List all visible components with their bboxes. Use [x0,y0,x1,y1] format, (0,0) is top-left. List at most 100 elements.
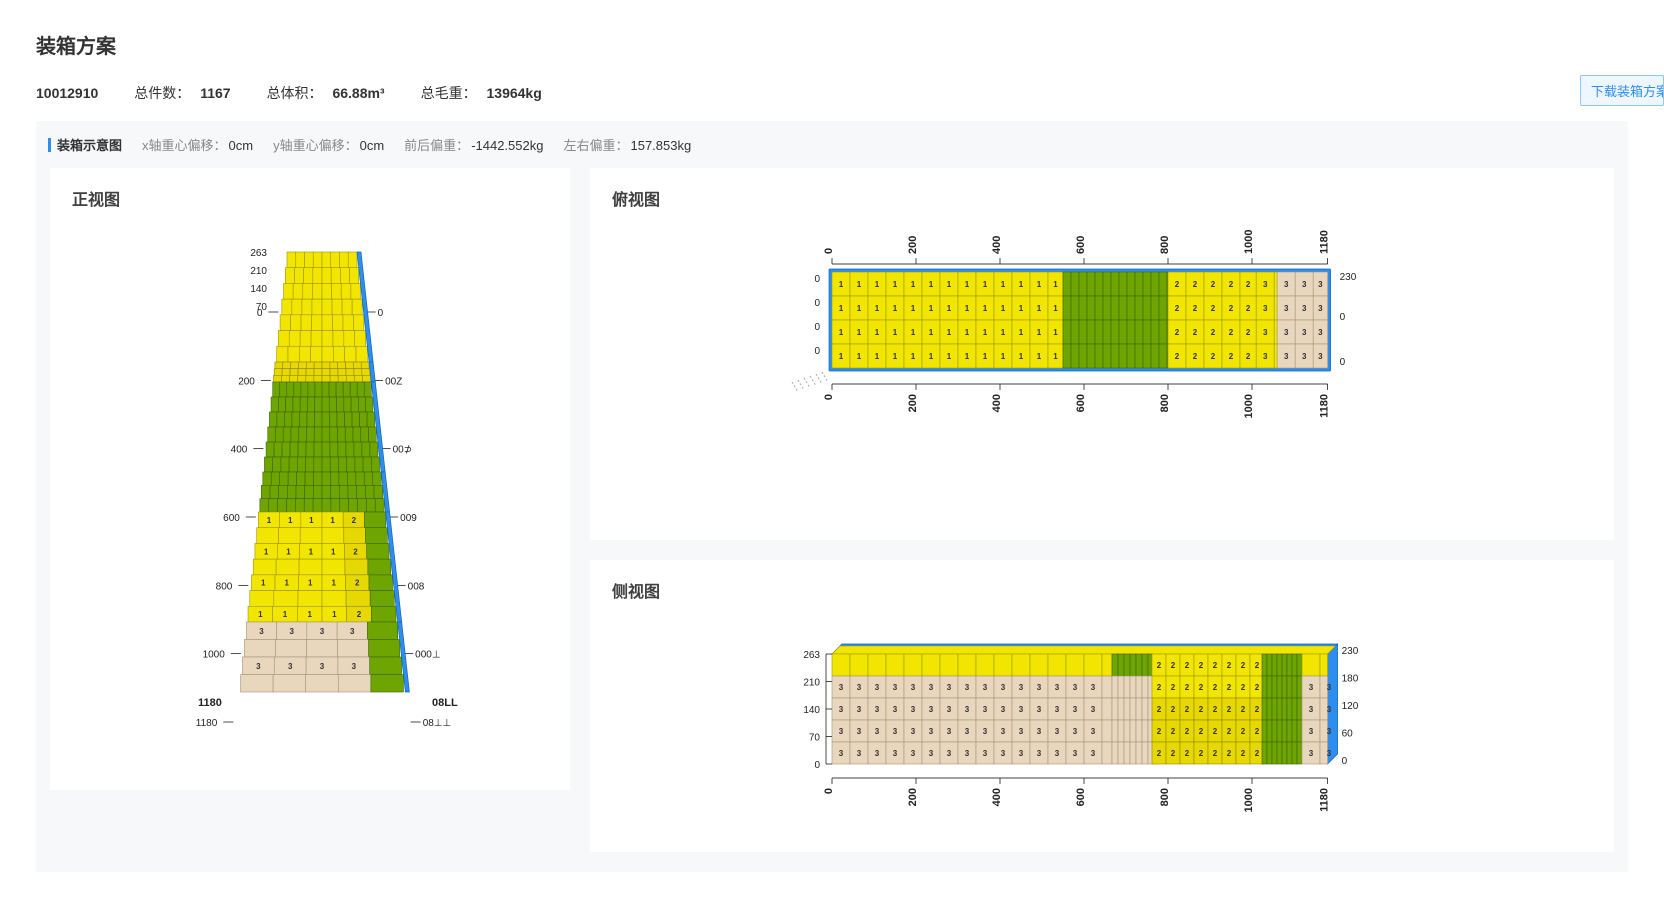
svg-text:1: 1 [875,328,880,337]
svg-text:3: 3 [1327,749,1332,758]
svg-text:1: 1 [929,304,934,313]
svg-text:3: 3 [1001,683,1006,692]
svg-text:1: 1 [1053,280,1058,289]
svg-text:3: 3 [1263,328,1268,337]
svg-text:600: 600 [1075,236,1087,254]
svg-text:1: 1 [983,328,988,337]
svg-text:3: 3 [1302,280,1307,289]
top-view-chart: 0200400600800100011801111111111111111111… [612,222,1592,532]
svg-text:2: 2 [1213,727,1218,736]
lr-weight-label: 左右偏重： [563,138,628,153]
svg-text:1: 1 [965,304,970,313]
svg-text:3: 3 [1091,705,1096,714]
svg-text:1: 1 [286,547,291,556]
svg-text:2: 2 [1157,661,1162,670]
svg-text:1: 1 [875,352,880,361]
svg-text:1: 1 [1019,328,1024,337]
svg-text:1: 1 [893,304,898,313]
svg-text:210: 210 [250,266,267,277]
svg-text:3: 3 [1327,705,1332,714]
svg-text:3: 3 [1263,352,1268,361]
svg-text:3: 3 [289,627,294,636]
svg-text:3: 3 [1001,749,1006,758]
svg-text:2: 2 [1229,304,1234,313]
svg-text:1000: 1000 [1243,230,1255,254]
svg-text:3: 3 [350,627,355,636]
svg-text:1: 1 [1053,328,1058,337]
svg-text:1: 1 [258,610,263,619]
svg-text:3: 3 [1073,705,1078,714]
svg-text:0: 0 [814,274,820,285]
svg-text:1: 1 [1001,328,1006,337]
front-view-title: 正视图 [72,186,548,210]
svg-text:2: 2 [1229,328,1234,337]
svg-text:800: 800 [216,581,233,592]
svg-text:2: 2 [1171,683,1176,692]
total-pieces-value: 1167 [200,85,230,101]
svg-text:3: 3 [839,683,844,692]
svg-text:600: 600 [1075,394,1087,412]
download-button[interactable]: 下载装箱方案 [1580,75,1664,106]
svg-text:3: 3 [893,705,898,714]
svg-text:1000: 1000 [1243,394,1255,418]
svg-text:3: 3 [320,627,325,636]
svg-text:3: 3 [857,705,862,714]
svg-text:2: 2 [1227,683,1232,692]
svg-text:3: 3 [947,705,952,714]
svg-text:1: 1 [965,280,970,289]
svg-text:3: 3 [1318,280,1323,289]
fb-weight-value: -1442.552kg [471,138,543,153]
svg-text:1: 1 [330,516,335,525]
svg-text:3: 3 [1037,749,1042,758]
svg-text:1: 1 [857,352,862,361]
svg-text:00⊅: 00⊅ [393,445,413,456]
svg-text:3: 3 [1309,727,1314,736]
svg-text:2: 2 [1211,328,1216,337]
svg-text:3: 3 [875,727,880,736]
svg-text:1: 1 [911,304,916,313]
svg-text:3: 3 [1001,705,1006,714]
side-view-chart: 3333333333333333333333333333333333333333… [612,614,1592,844]
svg-text:2: 2 [1227,705,1232,714]
svg-text:0: 0 [814,322,820,333]
svg-text:3: 3 [875,749,880,758]
svg-text:3: 3 [857,683,862,692]
svg-text:2: 2 [1193,328,1198,337]
svg-text:2: 2 [1185,727,1190,736]
svg-text:1: 1 [893,280,898,289]
svg-text:0: 0 [1340,312,1346,323]
svg-text:3: 3 [1073,727,1078,736]
svg-text:1000: 1000 [1243,788,1255,812]
svg-text:1: 1 [839,352,844,361]
svg-text:3: 3 [1055,705,1060,714]
svg-text:2: 2 [1255,749,1260,758]
svg-text:3: 3 [965,705,970,714]
svg-text:3: 3 [947,749,952,758]
svg-text:3: 3 [911,749,916,758]
svg-text:3: 3 [1055,749,1060,758]
svg-text:3: 3 [1019,683,1024,692]
svg-text:2: 2 [1193,352,1198,361]
svg-text:3: 3 [1284,280,1289,289]
svg-text:200: 200 [907,788,919,806]
svg-text:3: 3 [1318,328,1323,337]
svg-text:3: 3 [1091,727,1096,736]
svg-text:0: 0 [257,308,263,319]
svg-text:3: 3 [893,683,898,692]
svg-text:3: 3 [857,749,862,758]
svg-text:3: 3 [1091,749,1096,758]
svg-text:2: 2 [1227,661,1232,670]
svg-text:140: 140 [250,284,267,295]
svg-text:2: 2 [1211,304,1216,313]
x-offset-label: x轴重心偏移： [142,138,227,153]
svg-text:1: 1 [1037,304,1042,313]
gross-weight-label: 总毛重： [421,85,477,101]
svg-text:3: 3 [983,683,988,692]
svg-text:2: 2 [1193,280,1198,289]
svg-text:1: 1 [1037,352,1042,361]
svg-text:70: 70 [809,733,821,744]
total-volume: 总体积： 66.88m³ [267,83,385,103]
svg-text:2: 2 [1246,280,1251,289]
svg-text:1: 1 [857,304,862,313]
svg-text:3: 3 [929,705,934,714]
